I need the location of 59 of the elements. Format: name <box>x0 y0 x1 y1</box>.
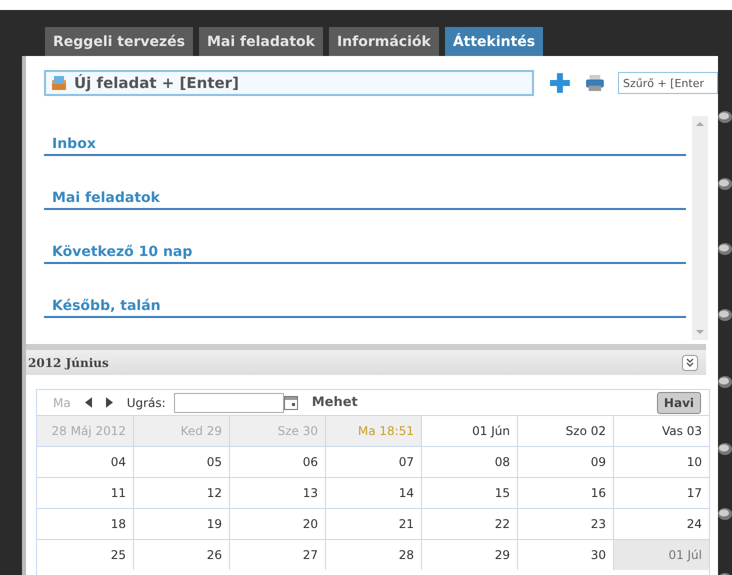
day-cell[interactable]: 29 <box>421 539 517 570</box>
day-cell[interactable]: 05 <box>133 446 229 477</box>
collapse-icon[interactable] <box>682 354 698 370</box>
day-cell[interactable]: 07 <box>325 446 421 477</box>
tab[interactable]: Információk <box>328 27 439 56</box>
next-icon[interactable] <box>106 397 113 408</box>
month-title: 2012 Június <box>28 356 109 370</box>
binder-ring-icon <box>716 507 732 521</box>
day-cell[interactable]: 13 <box>229 477 325 508</box>
day-cell[interactable]: 14 <box>325 477 421 508</box>
section-heading: Később, talán <box>44 286 686 318</box>
day-cell[interactable]: 17 <box>613 477 709 508</box>
day-cell[interactable]: 18 <box>37 508 133 539</box>
binder-ring-icon <box>716 375 732 389</box>
day-cell[interactable]: 21 <box>325 508 421 539</box>
day-cell[interactable]: 27 <box>229 539 325 570</box>
day-cell[interactable]: 28 <box>325 539 421 570</box>
day-cell[interactable]: 20 <box>229 508 325 539</box>
day-cell[interactable]: 11 <box>37 477 133 508</box>
day-cell[interactable]: 15 <box>421 477 517 508</box>
day-cell[interactable]: 16 <box>517 477 613 508</box>
day-cell[interactable]: 22 <box>421 508 517 539</box>
jump-label: Ugrás: <box>126 396 166 410</box>
day-cell[interactable]: Vas 03 <box>613 415 709 446</box>
day-cell[interactable]: 26 <box>133 539 229 570</box>
day-cell[interactable]: 12 <box>133 477 229 508</box>
binder-ring-icon <box>716 442 732 456</box>
day-cell[interactable]: 01 Jún <box>421 415 517 446</box>
tab[interactable]: Áttekintés <box>444 27 544 56</box>
day-cell[interactable]: 04 <box>37 446 133 477</box>
calendar-icon[interactable] <box>284 396 298 410</box>
day-cell[interactable]: Szo 02 <box>517 415 613 446</box>
section-heading: Mai feladatok <box>44 178 686 210</box>
day-cell[interactable]: 19 <box>133 508 229 539</box>
new-task-field[interactable]: Új feladat + [Enter] <box>44 70 534 96</box>
day-cell[interactable]: 23 <box>517 508 613 539</box>
previous-icon[interactable] <box>84 397 92 408</box>
day-cell[interactable]: 06 <box>229 446 325 477</box>
section-heading: Inbox <box>44 124 686 156</box>
printer-icon[interactable] <box>586 75 604 91</box>
go-button[interactable]: Mehet <box>312 395 358 410</box>
add-icon[interactable] <box>550 73 570 93</box>
day-cell[interactable]: 01 Júl <box>613 539 709 570</box>
month-view-button[interactable]: Havi <box>656 392 701 414</box>
scrollbar[interactable] <box>692 116 708 340</box>
binder-ring-icon <box>716 177 732 191</box>
inbox-tray-icon <box>51 75 67 91</box>
binder-ring-icon <box>716 110 732 124</box>
filter-field[interactable]: Szűrő + [Enter <box>618 72 718 94</box>
day-cell[interactable]: 10 <box>613 446 709 477</box>
binder-ring-icon <box>716 308 732 322</box>
day-cell[interactable]: 08 <box>421 446 517 477</box>
binder-ring-icon <box>716 242 732 256</box>
date-field[interactable] <box>174 392 284 412</box>
tab[interactable]: Mai feladatok <box>198 27 323 56</box>
tab[interactable]: Reggeli tervezés <box>45 27 193 56</box>
day-cell[interactable]: 09 <box>517 446 613 477</box>
section-heading: Következő 10 nap <box>44 232 686 264</box>
day-cell[interactable]: 25 <box>37 539 133 570</box>
